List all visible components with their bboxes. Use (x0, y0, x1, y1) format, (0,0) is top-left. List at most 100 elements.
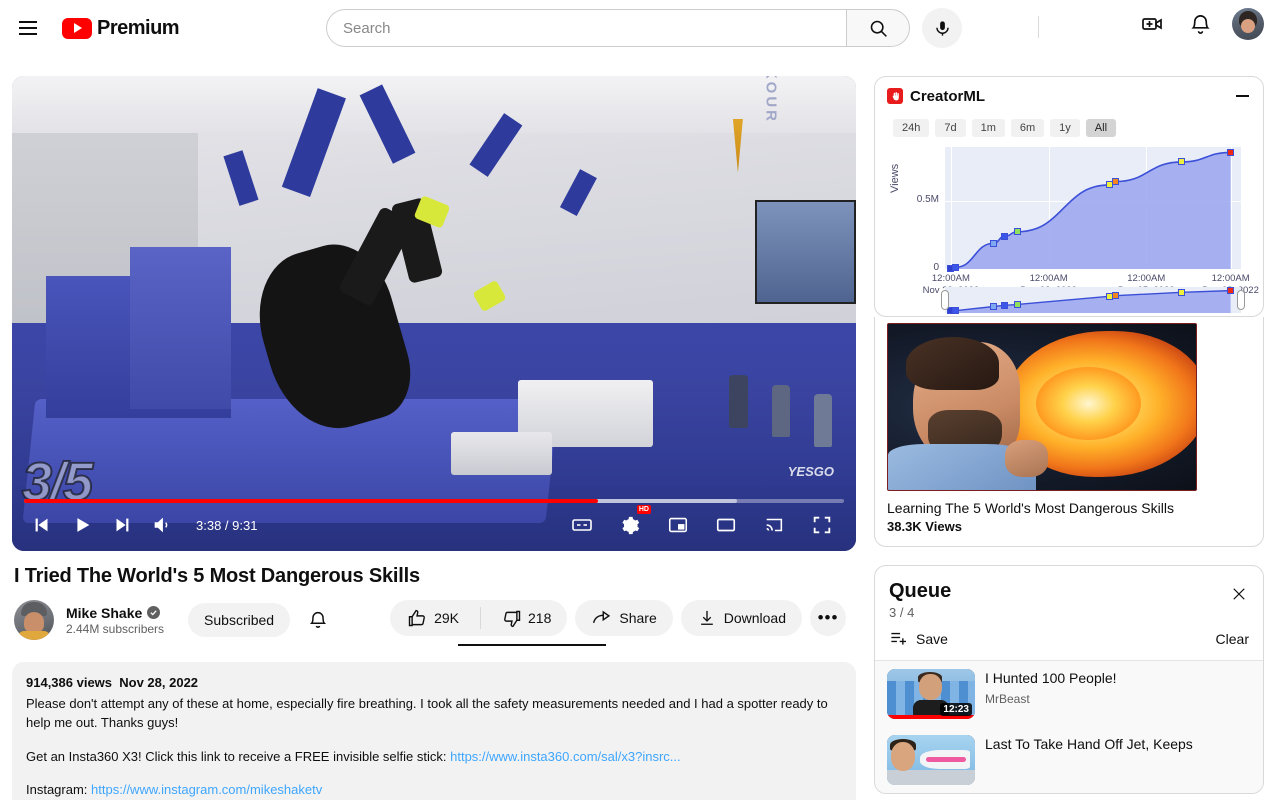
play-icon[interactable] (64, 507, 100, 543)
range-button-24h[interactable]: 24h (893, 119, 930, 137)
queue-item-meta: I Hunted 100 People! MrBeast (985, 669, 1117, 706)
user-avatar[interactable] (1232, 8, 1264, 40)
queue-list-item[interactable]: Last To Take Hand Off Jet, Keeps (875, 727, 1263, 793)
video-action-buttons: 29K 218 Share Download ••• (390, 600, 846, 636)
progress-bar[interactable] (24, 499, 844, 503)
recommended-title: Learning The 5 World's Most Dangerous Sk… (887, 500, 1174, 516)
settings-gear-icon[interactable]: HD (612, 505, 651, 543)
minimize-icon[interactable] (1233, 87, 1251, 105)
range-button-1y[interactable]: 1y (1050, 119, 1080, 137)
bell-icon[interactable] (1184, 8, 1216, 40)
quality-badge: HD (636, 505, 651, 514)
creatorml-header: CreatorML (875, 77, 1263, 109)
queue-item-meta: Last To Take Hand Off Jet, Keeps (985, 735, 1193, 754)
create-video-icon[interactable] (1136, 8, 1168, 40)
queue-item-thumbnail (887, 735, 975, 786)
search-area: Search (326, 8, 962, 48)
navigator-right-handle[interactable] (1237, 290, 1245, 310)
navigator-left-handle[interactable] (941, 290, 949, 310)
chart-data-point[interactable] (951, 263, 959, 271)
dislike-button[interactable]: 218 (488, 600, 567, 636)
views-chart[interactable]: Views 0 0.5M 12:00AMNov 29, 202212:00AMD… (887, 141, 1259, 316)
search-button[interactable] (846, 9, 910, 47)
navigator-data-point (1000, 301, 1008, 309)
brand-word: Premium (97, 16, 180, 39)
chart-data-point[interactable] (1000, 232, 1008, 240)
subscribe-button[interactable]: Subscribed (188, 603, 291, 637)
active-action-underline (458, 644, 606, 646)
queue-list-item[interactable]: 12:23 I Hunted 100 People! MrBeast (875, 661, 1263, 727)
description-instagram: Instagram: https://www.instagram.com/mik… (26, 781, 842, 800)
like-count: 29K (434, 610, 460, 626)
recommended-video[interactable]: Learning The 5 World's Most Dangerous Sk… (875, 317, 1263, 546)
next-icon[interactable] (104, 507, 140, 543)
navigator-data-point (1014, 300, 1022, 308)
volume-icon[interactable] (144, 507, 180, 543)
notification-bell-icon[interactable] (300, 602, 336, 638)
description-promo: Get an Insta360 X3! Click this link to r… (26, 748, 842, 767)
playlist-add-icon (889, 628, 908, 650)
recommended-thumbnail[interactable] (887, 323, 1197, 491)
queue-clear-button[interactable]: Clear (1216, 631, 1249, 647)
chart-data-point[interactable] (1227, 148, 1235, 156)
video-player[interactable]: PARKOUR 3/5 YESGO (12, 76, 856, 551)
promo-text: Get an Insta360 X3! Click this link to r… (26, 748, 451, 764)
queue-item-channel: MrBeast (985, 692, 1030, 707)
video-description[interactable]: 914,386 views Nov 28, 2022 Please don't … (12, 662, 856, 800)
like-divider (480, 607, 482, 629)
microphone-icon[interactable] (922, 8, 962, 48)
range-button-all[interactable]: All (1085, 119, 1117, 137)
range-button-1m[interactable]: 1m (971, 119, 1005, 137)
chart-navigator[interactable] (941, 287, 1245, 315)
creatorml-title: CreatorML (910, 87, 986, 105)
navigator-data-point (1227, 287, 1235, 295)
share-button[interactable]: Share (575, 600, 673, 636)
chart-xtick-time: 12:00AM (1127, 273, 1166, 284)
chart-data-point[interactable] (1178, 158, 1186, 166)
queue-save-button[interactable]: Save (889, 628, 948, 650)
download-button[interactable]: Download (680, 600, 802, 636)
close-icon[interactable] (1227, 582, 1251, 606)
chart-data-point[interactable] (990, 239, 998, 247)
fullscreen-icon[interactable] (804, 507, 840, 543)
video-watermark: YESGO (787, 464, 834, 479)
dislike-count: 218 (528, 610, 552, 626)
chart-data-point[interactable] (1014, 228, 1022, 236)
queue-title: Queue (889, 580, 952, 603)
hamburger-icon[interactable] (8, 8, 48, 48)
channel-name-row[interactable]: Mike Shake (66, 605, 164, 621)
queue-item-title: I Hunted 100 People! (985, 670, 1117, 687)
instagram-link[interactable]: https://www.instagram.com/mikeshaketv (91, 782, 322, 797)
header-actions (1136, 8, 1264, 40)
youtube-premium-logo[interactable]: Premium (62, 16, 180, 40)
search-input[interactable]: Search (326, 9, 846, 47)
chart-ytick-0: 0 (933, 262, 939, 273)
queue-item-title: Last To Take Hand Off Jet, Keeps (985, 736, 1193, 753)
theater-mode-icon[interactable] (708, 507, 744, 543)
channel-row: Mike Shake 2.44M subscribers Subscribed (12, 600, 856, 646)
range-button-6m[interactable]: 6m (1010, 119, 1045, 137)
like-button[interactable]: 29K (390, 600, 473, 636)
page-body: PARKOUR 3/5 YESGO (0, 56, 1280, 800)
cast-icon[interactable] (756, 507, 792, 543)
instagram-label: Instagram: (26, 782, 92, 798)
time-display: 3:38 / 9:31 (196, 517, 258, 533)
channel-avatar[interactable] (14, 600, 54, 640)
captions-icon[interactable] (564, 507, 600, 543)
view-count: 914,386 views (26, 675, 113, 690)
navigator-data-point (1178, 288, 1186, 296)
range-button-7d[interactable]: 7d (935, 119, 966, 137)
recommended-card[interactable]: Learning The 5 World's Most Dangerous Sk… (874, 317, 1264, 548)
previous-icon[interactable] (24, 507, 60, 543)
miniplayer-icon[interactable] (660, 507, 696, 543)
video-frame: PARKOUR (12, 76, 856, 551)
queue-position: 3 / 4 (889, 605, 915, 621)
chart-data-point[interactable] (1111, 178, 1119, 186)
channel-name: Mike Shake (66, 604, 143, 621)
queue-item-duration: 12:23 (940, 703, 972, 717)
queue-save-label: Save (916, 631, 948, 648)
queue-list: 12:23 I Hunted 100 People! MrBeast Last … (875, 661, 1263, 794)
insta360-link[interactable]: https://www.insta360.com/sal/x3?insrc... (450, 749, 680, 764)
more-actions-button[interactable]: ••• (810, 600, 846, 636)
subscriber-count: 2.44M subscribers (66, 621, 165, 636)
